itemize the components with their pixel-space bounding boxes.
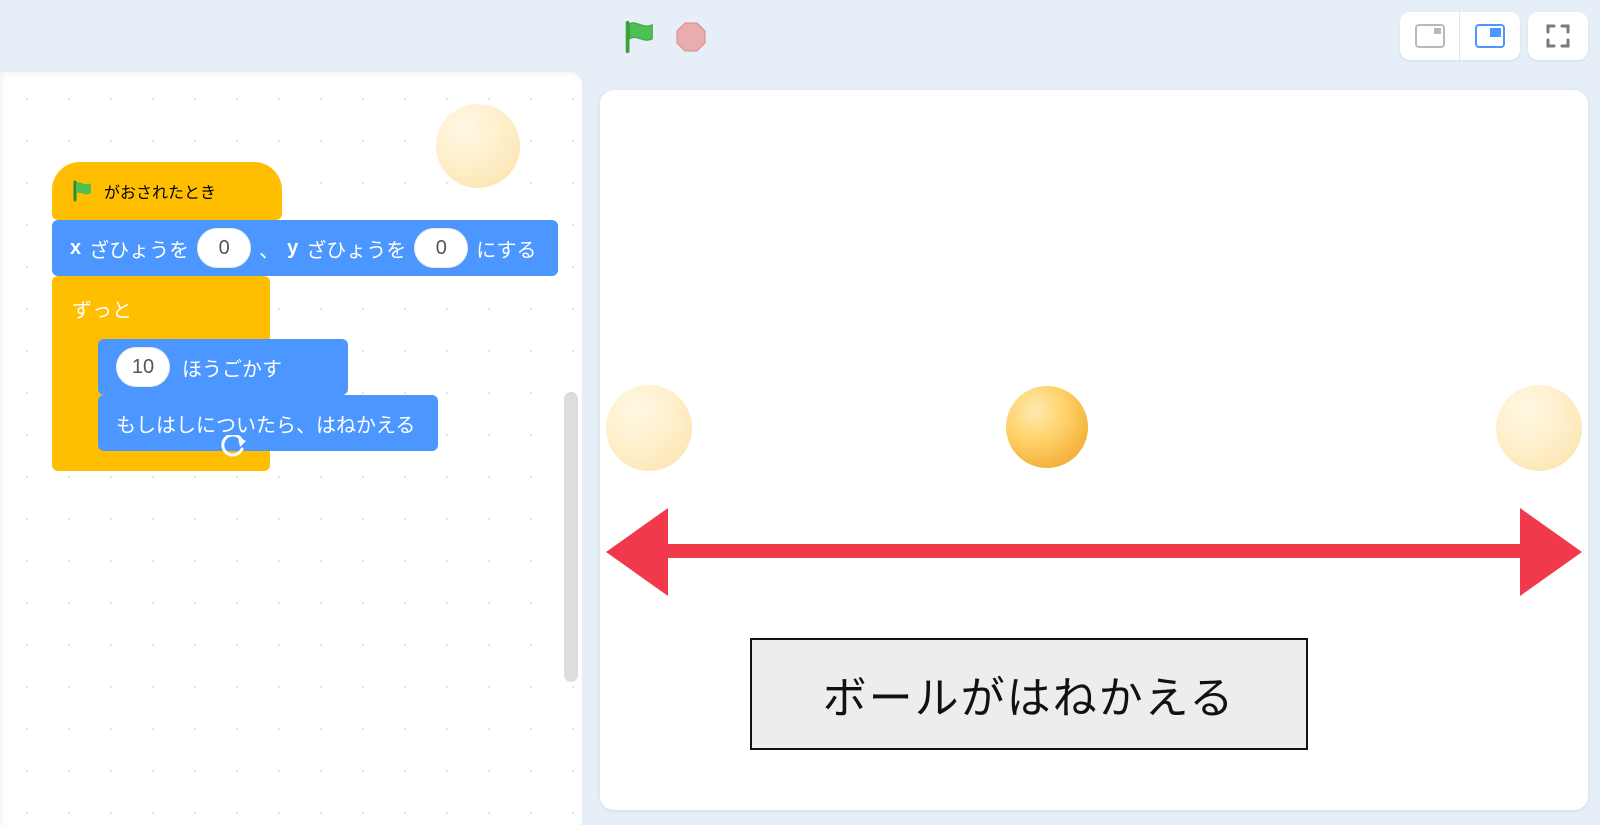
- ball-ghost-left: [606, 385, 692, 471]
- stage-run-controls: [620, 18, 708, 61]
- move-steps-block[interactable]: 10 ほうごかす: [98, 339, 348, 395]
- goto-x-input[interactable]: 0: [197, 228, 251, 268]
- green-flag-icon[interactable]: [620, 18, 658, 61]
- goto-xy-block[interactable]: x ざひょうを 0 、 y ざひょうを 0 にする: [52, 220, 558, 276]
- goto-x-suffix: ざひょうを: [89, 234, 189, 263]
- ball-sprite[interactable]: [1006, 386, 1088, 468]
- scripts-scrollbar[interactable]: [564, 392, 578, 682]
- goto-y-input[interactable]: 0: [414, 228, 468, 268]
- stop-icon[interactable]: [674, 20, 708, 59]
- goto-x-prefix: x: [70, 237, 81, 260]
- top-bar: [0, 0, 1600, 72]
- flag-icon: [70, 179, 94, 203]
- motion-arrow: [624, 544, 1564, 558]
- scripts-panel[interactable]: がおされたとき x ざひょうを 0 、 y ざひょうを 0 にする ずっと 10 ほ…: [0, 72, 582, 825]
- fullscreen-button[interactable]: [1528, 12, 1588, 60]
- if-on-edge-bounce-block[interactable]: もしはしについたら、はねかえる: [98, 395, 438, 451]
- stage-caption: ボールがはねかえる: [750, 638, 1308, 750]
- stage-panel[interactable]: ボールがはねかえる: [600, 90, 1588, 810]
- large-stage-button[interactable]: [1460, 12, 1520, 60]
- forever-block[interactable]: ずっと 10 ほうごかす もしはしについたら、はねかえる: [52, 276, 270, 471]
- goto-tail: にする: [476, 234, 536, 263]
- layout-toggle-group: [1400, 12, 1520, 60]
- goto-y-suffix: ざひょうを: [306, 234, 406, 263]
- small-stage-button[interactable]: [1400, 12, 1460, 60]
- ball-ghost-right: [1496, 385, 1582, 471]
- hat-label: がおされたとき: [104, 179, 216, 203]
- move-steps-input[interactable]: 10: [116, 347, 170, 387]
- when-flag-clicked-block[interactable]: がおされたとき: [52, 162, 282, 220]
- goto-y-prefix: y: [287, 237, 298, 260]
- stage-size-controls: [1400, 12, 1588, 60]
- bounce-label: もしはしについたら、はねかえる: [116, 409, 415, 438]
- script-stack[interactable]: がおされたとき x ざひょうを 0 、 y ざひょうを 0 にする ずっと 10 ほ…: [52, 162, 562, 471]
- arrow-head-right-icon: [1520, 508, 1582, 596]
- goto-comma: 、: [259, 234, 279, 263]
- loop-arrow-icon: [220, 435, 248, 457]
- stage-caption-text: ボールがはねかえる: [823, 662, 1236, 726]
- forever-label: ずっと: [66, 288, 256, 339]
- move-label: ほうごかす: [182, 353, 282, 382]
